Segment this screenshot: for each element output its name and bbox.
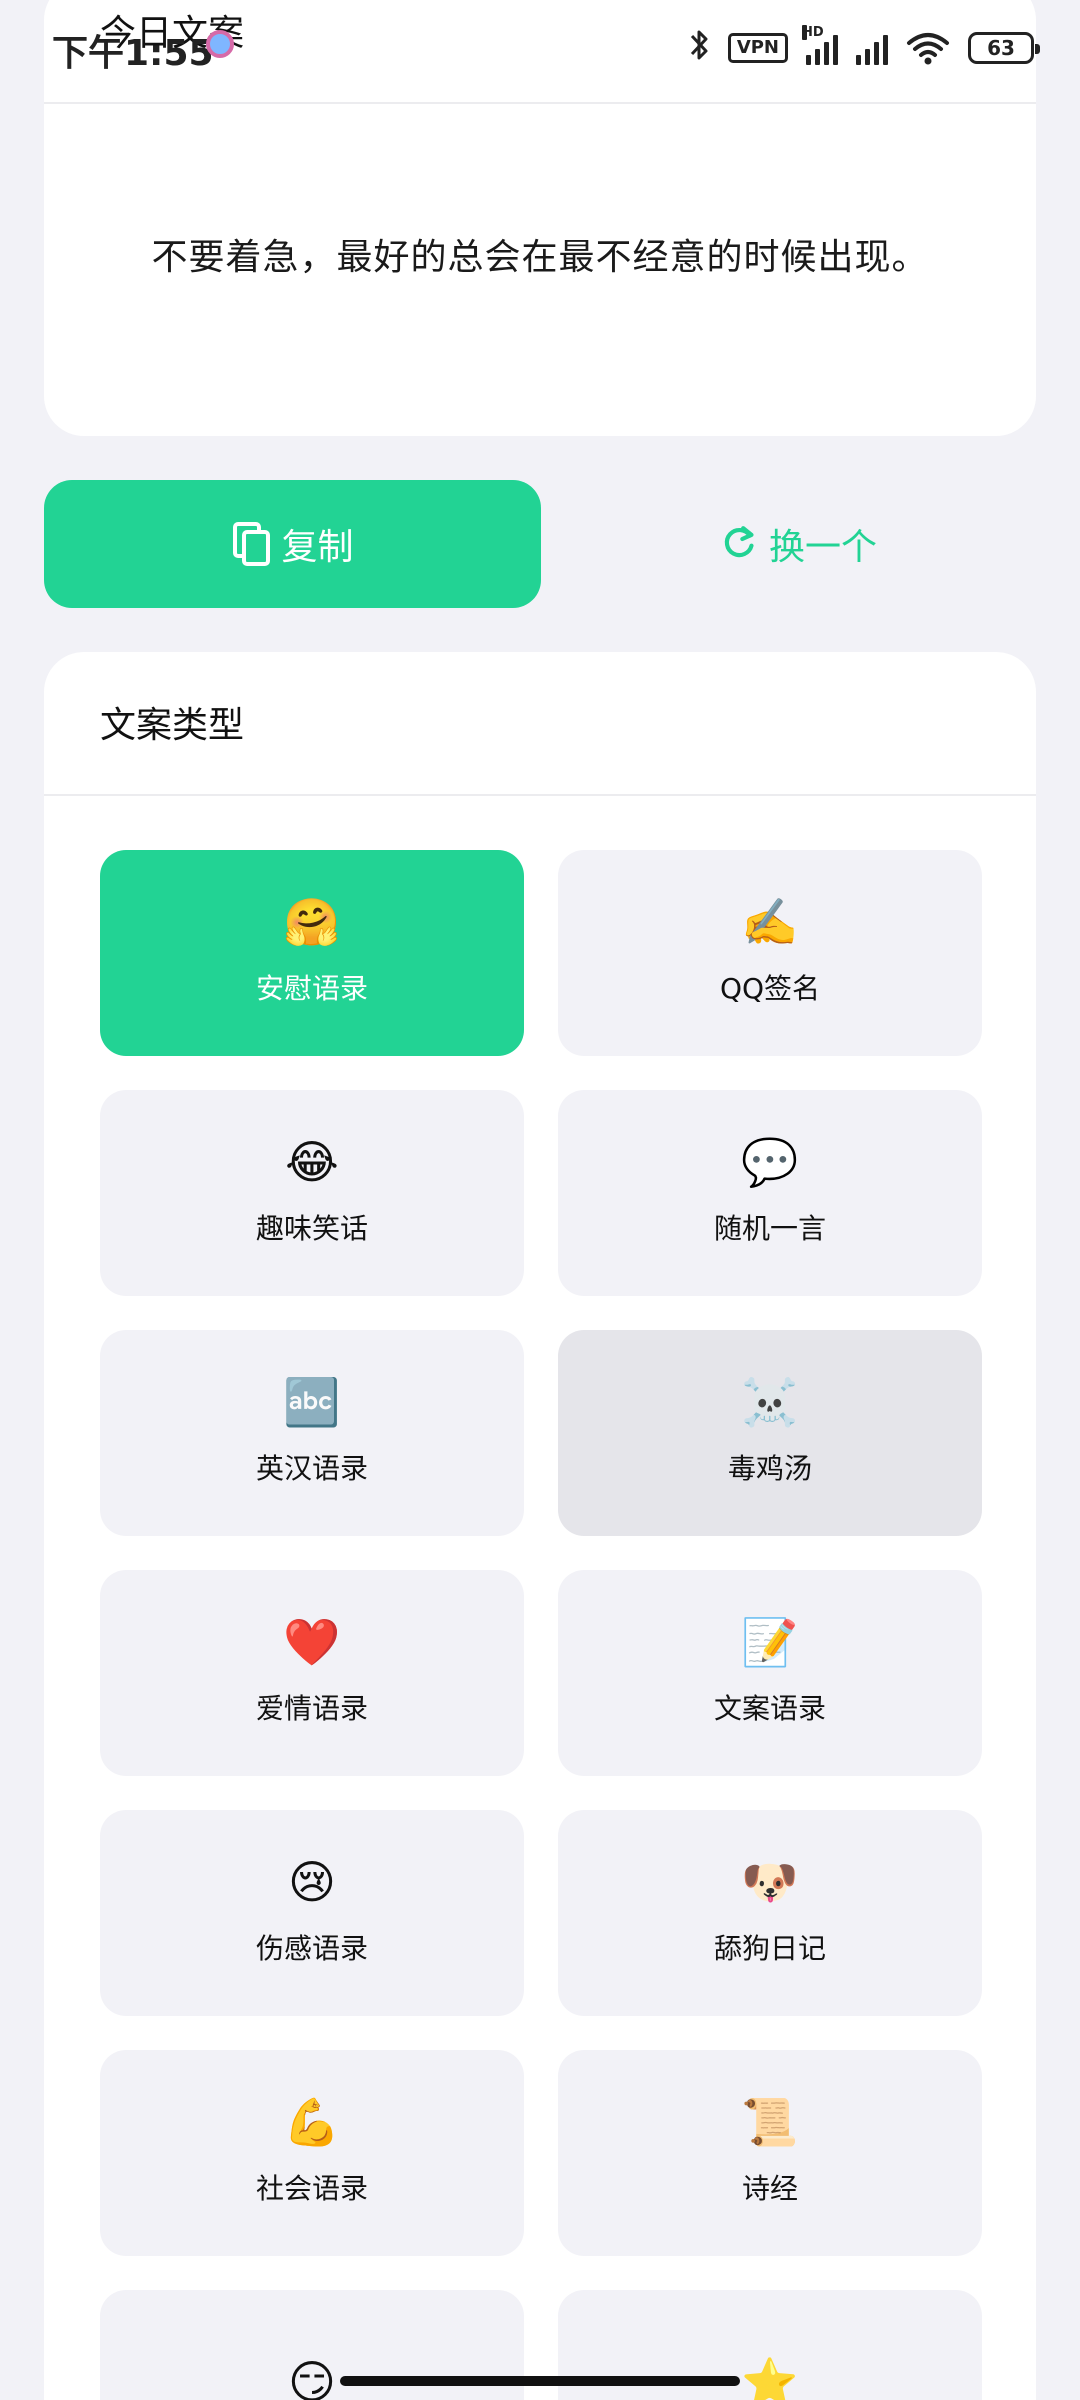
category-label: 趣味笑话 <box>255 1212 368 1245</box>
status-icons: VPN HD 63 <box>688 25 1040 70</box>
hd-label: HD <box>802 25 824 40</box>
copy-button-label: 复制 <box>281 527 354 568</box>
quote-text: 不要着急，最好的总会在最不经意的时候出现。 <box>151 237 929 278</box>
laughing-face-icon: 😂 <box>285 1135 339 1189</box>
category-title: 文案类型 <box>100 705 245 746</box>
bluetooth-icon <box>688 27 710 69</box>
refresh-button-label: 换一个 <box>768 527 877 568</box>
category-label: 伤感语录 <box>255 1932 368 1965</box>
category-label: 随机一言 <box>713 1212 826 1245</box>
abc-icon: 🔤 <box>283 1375 341 1429</box>
category-item[interactable]: 💪 社会语录 <box>100 2050 524 2256</box>
copy-icon <box>233 522 271 566</box>
battery-icon: 63 <box>968 32 1040 64</box>
category-label: 爱情语录 <box>255 1692 368 1725</box>
skull-icon: ☠️ <box>741 1375 799 1429</box>
status-bar: 下午1:55 VPN HD 63 <box>0 0 1080 100</box>
signal-icon <box>856 31 888 65</box>
category-label: 文案语录 <box>713 1692 826 1725</box>
category-label: 社会语录 <box>255 2172 368 2205</box>
category-item[interactable]: ✍️ QQ签名 <box>558 850 982 1056</box>
speech-bubble-icon: 💬 <box>741 1135 799 1189</box>
category-item[interactable]: 😂 趣味笑话 <box>100 1090 524 1296</box>
flexed-biceps-icon: 💪 <box>283 2095 341 2149</box>
category-item[interactable]: 🤗 安慰语录 <box>100 850 524 1056</box>
scroll-icon: 📜 <box>741 2095 799 2149</box>
divider <box>44 102 1036 104</box>
divider <box>44 794 1036 796</box>
refresh-button[interactable]: 换一个 <box>560 480 1036 608</box>
app-notification-icon <box>206 30 234 58</box>
category-panel: 文案类型 🤗 安慰语录 ✍️ QQ签名 😂 趣味笑话 💬 随机一言 🔤 英汉语录 <box>44 652 1036 2400</box>
status-time: 下午1:55 <box>52 33 214 74</box>
category-label: 安慰语录 <box>255 972 368 1005</box>
category-item[interactable]: 🐶 舔狗日记 <box>558 1810 982 2016</box>
category-item[interactable]: 📝 文案语录 <box>558 1570 982 1776</box>
category-label: 毒鸡汤 <box>727 1452 812 1485</box>
category-label: 舔狗日记 <box>713 1932 826 1965</box>
wifi-icon <box>907 33 949 65</box>
hugging-face-icon: 🤗 <box>283 895 341 949</box>
signal-hd-icon: HD <box>802 25 838 65</box>
category-label: QQ签名 <box>719 972 821 1005</box>
star-icon: ⭐ <box>741 2355 799 2400</box>
app-screen: 今日文案 不要着急，最好的总会在最不经意的时候出现。 下午1:55 VPN HD <box>0 0 1080 2400</box>
home-indicator[interactable] <box>340 2376 740 2386</box>
refresh-icon <box>724 526 754 558</box>
category-item[interactable]: 💬 随机一言 <box>558 1090 982 1296</box>
crying-face-icon: 😢 <box>288 1855 336 1909</box>
smirk-face-icon: 😏 <box>288 2355 336 2400</box>
category-item[interactable]: ☠️ 毒鸡汤 <box>558 1330 982 1536</box>
category-label: 诗经 <box>741 2172 798 2205</box>
copy-button[interactable]: 复制 <box>44 480 541 608</box>
writing-hand-icon: ✍️ <box>741 895 799 949</box>
category-item[interactable]: 😢 伤感语录 <box>100 1810 524 2016</box>
category-item[interactable]: 🔤 英汉语录 <box>100 1330 524 1536</box>
heart-icon: ❤️ <box>283 1615 341 1669</box>
category-item[interactable]: ❤️ 爱情语录 <box>100 1570 524 1776</box>
category-label: 英汉语录 <box>255 1452 368 1485</box>
memo-icon: 📝 <box>741 1615 799 1669</box>
dog-face-icon: 🐶 <box>741 1855 799 1909</box>
category-item[interactable]: 📜 诗经 <box>558 2050 982 2256</box>
vpn-badge: VPN <box>727 33 788 63</box>
category-grid: 🤗 安慰语录 ✍️ QQ签名 😂 趣味笑话 💬 随机一言 🔤 英汉语录 ☠️ 毒… <box>100 850 984 2400</box>
